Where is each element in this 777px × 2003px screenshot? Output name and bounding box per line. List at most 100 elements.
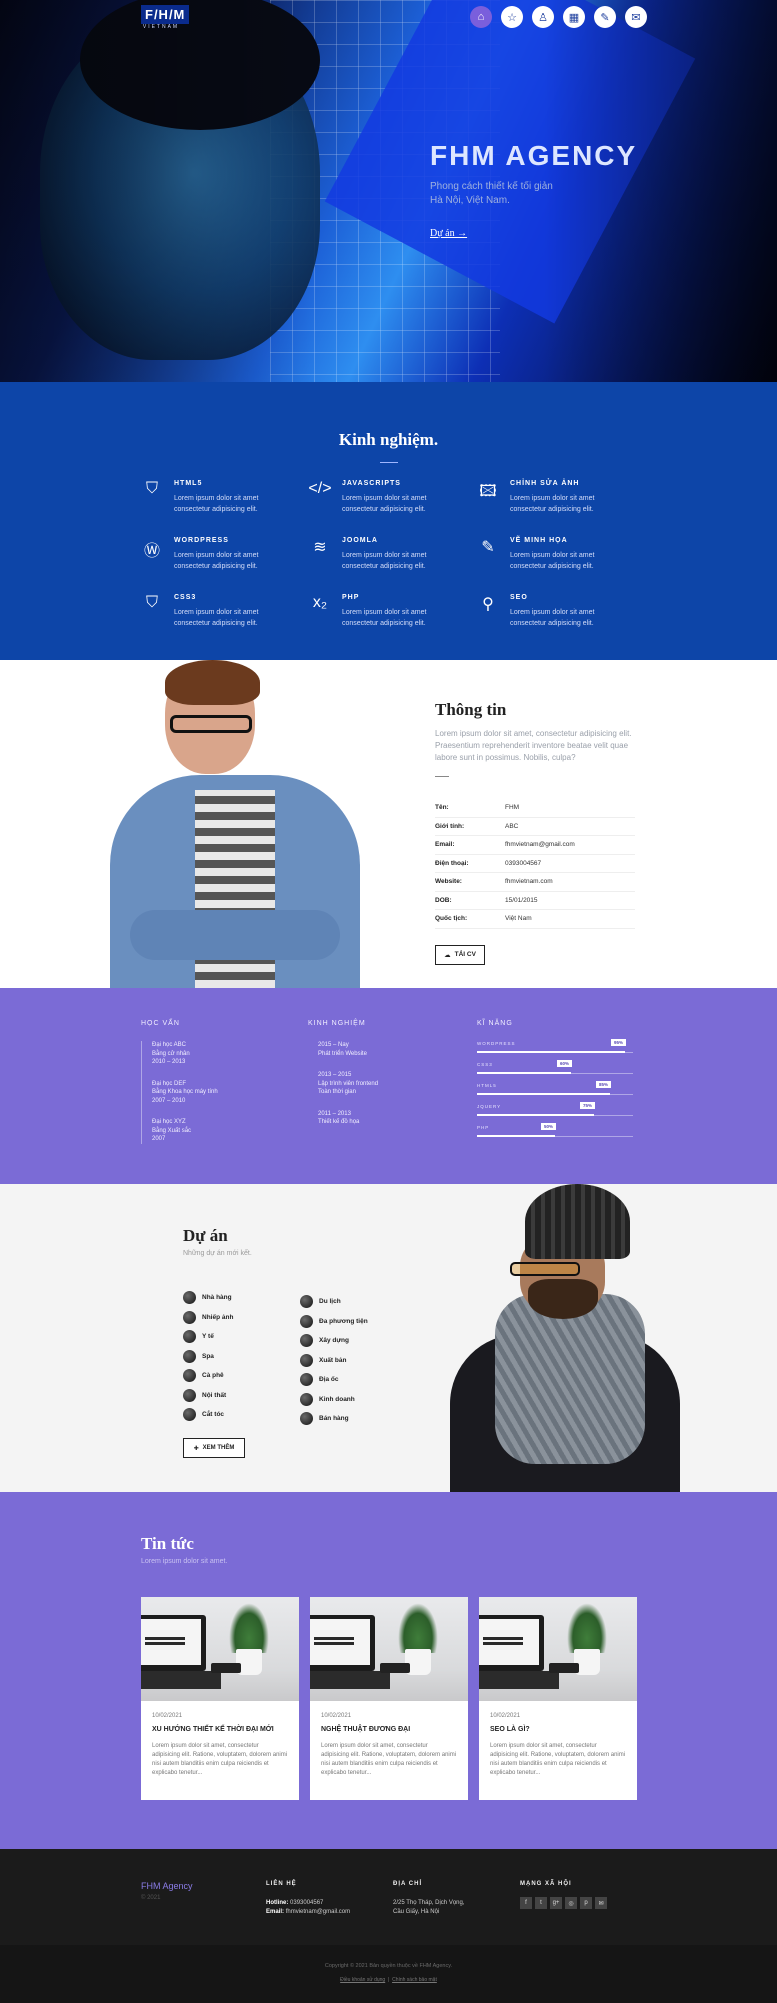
project-label: Cà phê [202, 1372, 224, 1380]
project-item[interactable]: Đa phương tiện [300, 1312, 368, 1332]
nav-projects-button[interactable]: ▦ [563, 6, 585, 28]
pen-icon: ✎ [600, 11, 610, 24]
info-row: Tên: FHM [435, 799, 635, 818]
project-item[interactable]: Cắt tóc [183, 1405, 233, 1425]
news-title: Tin tức [141, 1534, 194, 1553]
footer-brand-name[interactable]: FHM Agency [141, 1881, 193, 1891]
photo-glasses [510, 1262, 580, 1276]
nav-news-button[interactable]: ✎ [594, 6, 616, 28]
plant-icon [398, 1603, 438, 1653]
terms-link[interactable]: Điều khoản sử dụng [340, 1977, 385, 1983]
hero-projects-link[interactable]: Dự án → [430, 228, 467, 239]
phone-icon [211, 1663, 241, 1673]
instagram-icon[interactable]: ◎ [565, 1897, 577, 1909]
photo-glasses [170, 715, 252, 733]
experience-item-desc: Lorem ipsum dolor sit amet consectetur a… [342, 495, 427, 513]
experience-item: 🖾 CHỈNH SỬA ẢNH Lorem ipsum dolor sit amet… [476, 480, 644, 515]
download-cv-button[interactable]: ☁ TẢI CV [435, 944, 485, 965]
facebook-icon[interactable]: f [520, 1897, 532, 1909]
experience-item-desc: Lorem ipsum dolor sit amet consectetur a… [510, 609, 595, 627]
news-card[interactable]: 10/02/2021 SEO LÀ GÌ? Lorem ipsum dolor si… [479, 1597, 637, 1800]
view-more-label: XEM THÊM [202, 1445, 235, 1451]
footer-contact-title: LIÊN HỆ [266, 1881, 297, 1887]
info-row: Điện thoại: 0393004567 [435, 855, 635, 873]
nav-about-button[interactable]: ♙ [532, 6, 554, 28]
privacy-link[interactable]: Chính sách bảo mật [392, 1977, 437, 1983]
email-icon[interactable]: ✉ [595, 1897, 607, 1909]
pinterest-icon[interactable]: p [580, 1897, 592, 1909]
project-thumbnail [183, 1408, 196, 1422]
nav-home-button[interactable]: ⌂ [470, 6, 492, 28]
google-plus-icon[interactable]: g+ [550, 1897, 562, 1909]
timeline-degree: Bằng Khoa học máy tính [152, 1089, 218, 1095]
work-timeline: 2015 – Nay Phát triển Website 2013 – 2015… [308, 1041, 378, 1127]
project-label: Spa [202, 1352, 214, 1360]
skill-percent: 85% [596, 1081, 612, 1088]
news-card[interactable]: 10/02/2021 XU HƯỚNG THIẾT KẾ THỜI ĐẠI MỚI… [141, 1597, 299, 1800]
news-title[interactable]: SEO LÀ GÌ? [490, 1726, 626, 1733]
project-item[interactable]: Bán hàng [300, 1409, 368, 1429]
project-item[interactable]: Địa ốc [300, 1370, 368, 1390]
timeline-school: Đại học ABC [152, 1042, 187, 1048]
footer-contact: LIÊN HỆ Hotline: 0393004567 Email: fhmvi… [266, 1881, 350, 1917]
mail-icon: ✉ [631, 11, 641, 24]
project-item[interactable]: Y tế [183, 1327, 233, 1347]
projects-list-right: Du lịch Đa phương tiện Xây dựng Xuất bản… [300, 1292, 368, 1429]
footer-bottom: Copyright © 2021 Bản quyền thuộc về FHM … [0, 1945, 777, 2003]
nav-contact-button[interactable]: ✉ [625, 6, 647, 28]
twitter-icon[interactable]: t [535, 1897, 547, 1909]
work-column: KINH NGHIỆM 2015 – Nay Phát triển Website… [308, 1020, 378, 1140]
experience-item-desc: Lorem ipsum dolor sit amet consectetur a… [174, 609, 259, 627]
experience-item: ⛉ HTML5 Lorem ipsum dolor sit amet consect… [140, 480, 308, 515]
info-row: Email: fhmvietnam@gmail.com [435, 836, 635, 855]
plant-icon [567, 1603, 607, 1653]
education-timeline: Đại học ABC Bằng cử nhân 2010 – 2013 Đại h… [141, 1041, 218, 1144]
footer-social-title: MẠNG XÃ HỘI [520, 1881, 572, 1887]
project-item[interactable]: Nhiếp ảnh [183, 1308, 233, 1328]
project-item[interactable]: Nhà hàng [183, 1288, 233, 1308]
project-item[interactable]: Xây dựng [300, 1331, 368, 1351]
experience-title: Kinh nghiệm. [338, 430, 439, 449]
photo-arms [130, 910, 340, 960]
phone-icon [380, 1663, 410, 1673]
email-value[interactable]: fhmvietnam@gmail.com [286, 1909, 350, 1915]
html5-icon: ⛉ [145, 480, 158, 497]
experience-item: Ⓦ WORDPRESS Lorem ipsum dolor sit amet con… [140, 537, 308, 572]
project-thumbnail [300, 1314, 313, 1328]
project-thumbnail [183, 1349, 196, 1363]
project-thumbnail [183, 1369, 196, 1383]
experience-item: ⚲ SEO Lorem ipsum dolor sit amet consectet… [476, 594, 644, 629]
download-cv-label: TẢI CV [454, 951, 476, 958]
hotline-value[interactable]: 0393004567 [290, 1900, 323, 1906]
footer-address-line1: 2/25 Thọ Tháp, Dịch Vọng, [393, 1900, 465, 1906]
info-value: fhmvietnam@gmail.com [505, 841, 575, 849]
news-subtitle: Lorem ipsum dolor sit amet. [141, 1558, 228, 1565]
news-card[interactable]: 10/02/2021 NGHỆ THUẬT ĐƯƠNG ĐẠI Lorem ipsu… [310, 1597, 468, 1800]
project-item[interactable]: Cà phê [183, 1366, 233, 1386]
project-item[interactable]: Nội thất [183, 1386, 233, 1406]
project-item[interactable]: Xuất bản [300, 1351, 368, 1371]
top-nav: ⌂ ☆ ♙ ▦ ✎ ✉ [470, 6, 647, 28]
experience-item-name: VẼ MINH HỌA [510, 537, 568, 544]
hero-tagline-line1: Phong cách thiết kế tối giản [430, 181, 553, 192]
experience-item-name: CSS3 [174, 594, 197, 601]
keyboard-shape [310, 1671, 390, 1689]
skill-bar: CSS3 60% [477, 1060, 633, 1083]
project-item[interactable]: Du lịch [300, 1292, 368, 1312]
nav-experience-button[interactable]: ☆ [501, 6, 523, 28]
news-title[interactable]: NGHỆ THUẬT ĐƯƠNG ĐẠI [321, 1726, 457, 1733]
timeline-years: 2015 – Nay [318, 1042, 349, 1048]
project-item[interactable]: Kinh doanh [300, 1390, 368, 1410]
work-title: KINH NGHIỆM [308, 1020, 366, 1027]
site-logo[interactable]: F/H/M VIETNAM [141, 5, 190, 31]
experience-item-name: WORDPRESS [174, 537, 229, 544]
view-more-button[interactable]: ✚ XEM THÊM [183, 1438, 245, 1458]
skill-bar: PHP 50% [477, 1123, 633, 1146]
news-title[interactable]: XU HƯỚNG THIẾT KẾ THỜI ĐẠI MỚI [152, 1726, 288, 1733]
project-item[interactable]: Spa [183, 1347, 233, 1367]
news-card-body: 10/02/2021 SEO LÀ GÌ? Lorem ipsum dolor si… [479, 1701, 637, 1790]
project-thumbnail [300, 1334, 313, 1348]
project-label: Xuất bản [319, 1356, 347, 1364]
news-card-image [310, 1597, 468, 1701]
experience-section: Kinh nghiệm. ⛉ HTML5 Lorem ipsum dolor sit… [0, 382, 777, 660]
